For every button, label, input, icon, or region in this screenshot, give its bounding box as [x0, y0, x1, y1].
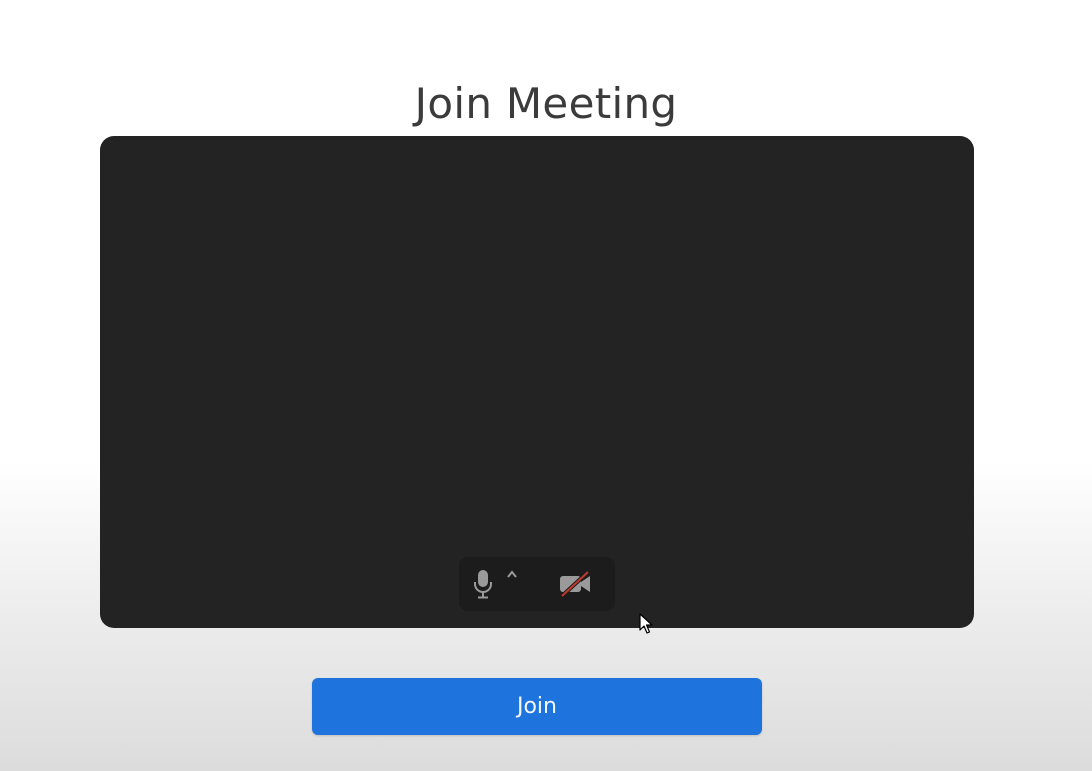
video-off-icon [560, 570, 590, 598]
preview-controls-bar [459, 557, 615, 611]
audio-options-button[interactable] [501, 563, 523, 585]
page-title: Join Meeting [414, 79, 678, 129]
mouse-cursor-icon [639, 613, 653, 634]
microphone-icon [474, 570, 492, 599]
video-toggle-button[interactable] [553, 566, 597, 602]
mic-toggle-button[interactable] [469, 566, 497, 602]
join-button[interactable]: Join [312, 678, 762, 735]
video-preview [100, 136, 974, 628]
caret-up-icon [507, 570, 517, 578]
